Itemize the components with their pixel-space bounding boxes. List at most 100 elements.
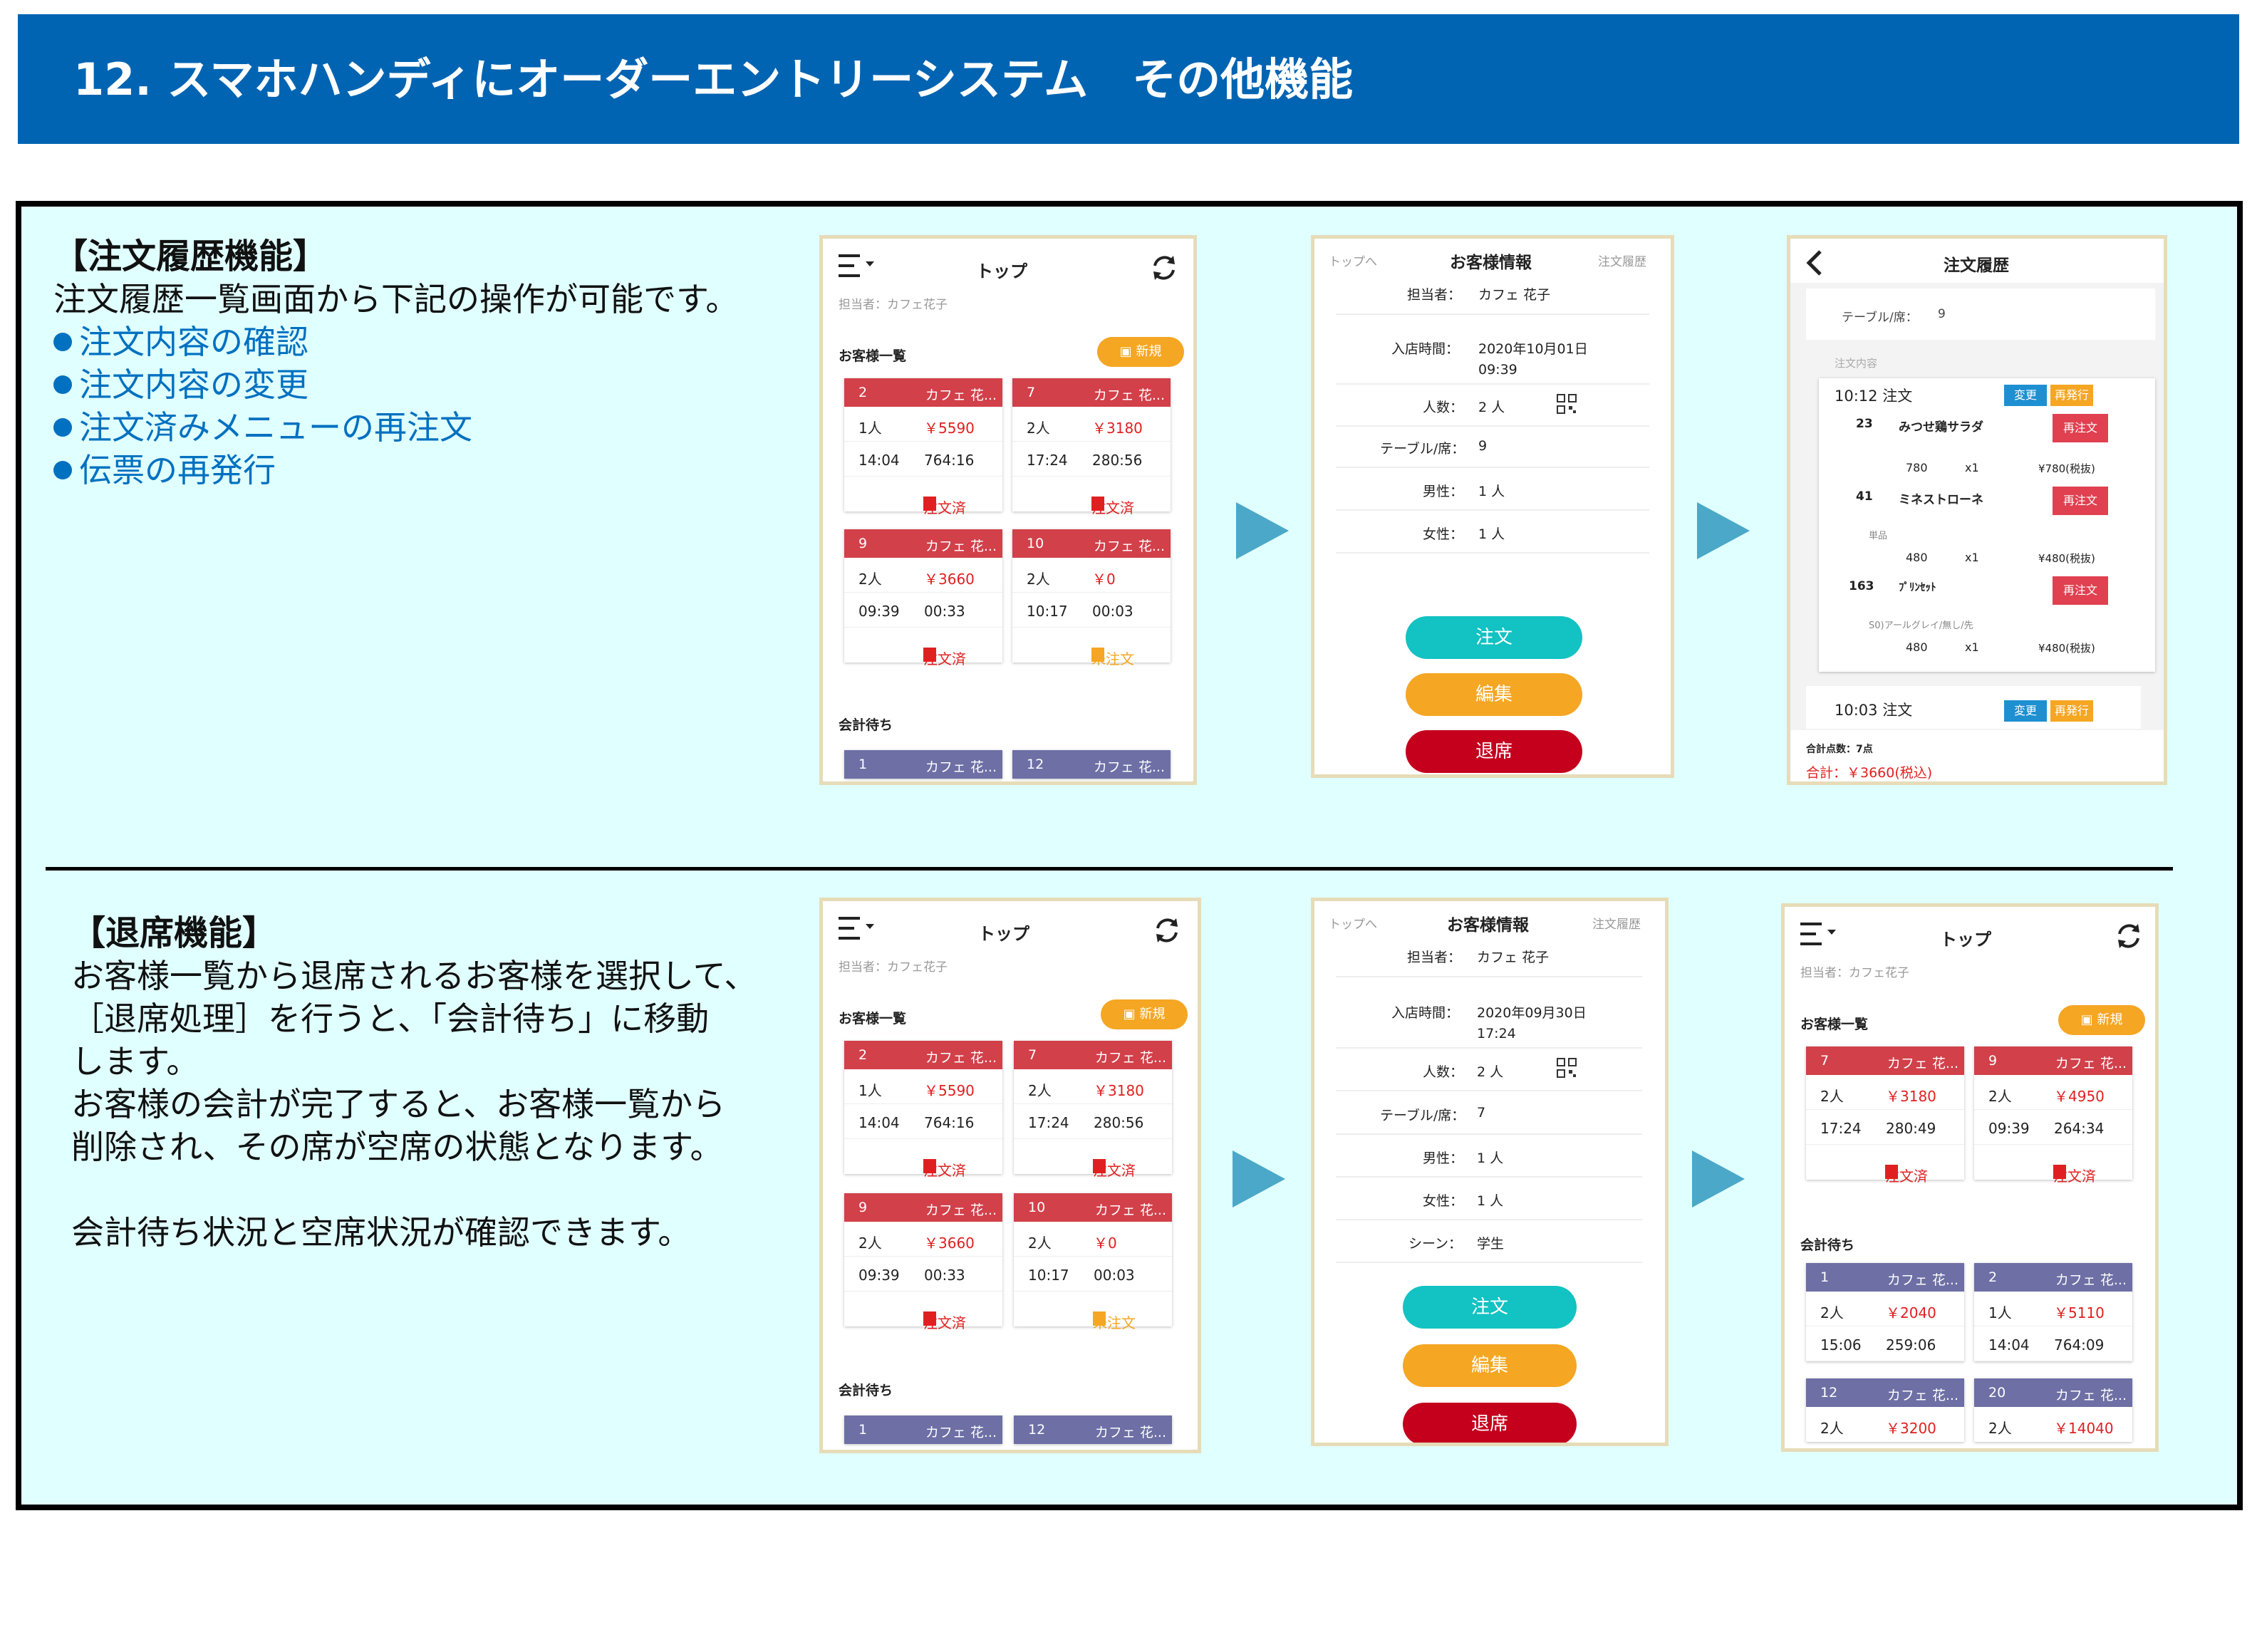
reissue-button[interactable]: 再発行 <box>2050 385 2093 406</box>
order-time: 10:03 注文 <box>1835 702 1913 719</box>
customers-label: お客様一覧 <box>839 1011 907 1027</box>
back-arrow-icon[interactable] <box>1805 249 1826 277</box>
section2-line: お客様の会計が完了すると、お客様一覧から <box>71 1085 726 1123</box>
section1-text: 【注文履歴機能】 注文履歴一覧画面から下記の操作が可能です。 注文内容の確認 注… <box>53 235 738 492</box>
bullet-item: 注文内容の確認 <box>53 321 738 363</box>
bullet-icon <box>53 460 72 479</box>
bullet-icon <box>53 375 72 394</box>
screen-top-list: トップ 担当者：カフェ花子 お客様一覧 ▣ 新規 2 カフェ 花... 1人 ￥55… <box>819 898 1201 1453</box>
section2-line: お客様一覧から退席されるお客様を選択して、 <box>71 957 757 995</box>
staff-label: 担当者：カフェ花子 <box>839 960 948 975</box>
content-panel: 【注文履歴機能】 注文履歴一覧画面から下記の操作が可能です。 注文内容の確認 注… <box>16 201 2243 1510</box>
bullet-item: 注文内容の変更 <box>53 363 738 406</box>
order-time: 10:12 注文 <box>1835 388 1913 405</box>
customer-card[interactable]: 2 カフェ 花... 1人 ￥5590 14:04 764:16 注文済 <box>844 1041 1002 1179</box>
flow-arrow-icon <box>1233 1150 1285 1207</box>
screen-title: お客様情報 <box>1450 254 1532 272</box>
screen-top-list-updated: トップ 担当者：カフェ花子 お客様一覧 ▣ 新規 7 カフェ 花... 2人 ￥31… <box>1781 903 2159 1452</box>
waiting-card[interactable]: 1 カフェ 花... 2人 ￥2040 15:06 259:06 <box>1806 1263 1964 1361</box>
waiting-label: 会計待ち <box>839 1383 893 1398</box>
screen-customer-info: トップへ お客様情報 注文履歴 担当者： カフェ 花子 入店時間： 2020年0… <box>1311 898 1669 1446</box>
screen-top-list: トップ 担当者：カフェ花子 お客様一覧 ▣ 新規 2 カフェ 花... 1人 ￥55… <box>819 235 1197 785</box>
bullet-icon <box>53 417 72 437</box>
reorder-button[interactable]: 再注文 <box>2053 487 2108 515</box>
flow-arrow-icon <box>1692 1150 1745 1207</box>
waiting-card[interactable]: 12 カフェ 花... <box>1014 1415 1172 1444</box>
item-count: 合計点数：7点 <box>1806 744 1873 755</box>
order-button[interactable]: 注文 <box>1403 1286 1577 1329</box>
change-button[interactable]: 変更 <box>2004 385 2047 406</box>
refresh-icon[interactable] <box>1149 253 1179 283</box>
bullet-icon <box>53 332 72 351</box>
bullet-item: 注文済みメニューの再注文 <box>53 406 738 449</box>
flow-arrow-icon <box>1697 502 1750 559</box>
menu-icon[interactable] <box>1800 920 1844 948</box>
waiting-card[interactable]: 2 カフェ 花... 1人 ￥5110 14:04 764:09 <box>1974 1263 2132 1361</box>
history-link[interactable]: 注文履歴 <box>1592 914 1641 932</box>
section2-line <box>71 1168 757 1211</box>
customer-card[interactable]: 9 カフェ 花... 2人 ￥3660 09:39 00:33 注文済 <box>844 1193 1002 1331</box>
reorder-button[interactable]: 再注文 <box>2053 576 2108 605</box>
flow-arrow-icon <box>1236 502 1289 559</box>
refresh-icon[interactable] <box>1152 915 1182 945</box>
menu-icon[interactable] <box>839 914 883 942</box>
history-link[interactable]: 注文履歴 <box>1598 251 1646 269</box>
screen-title: 注文履歴 <box>1944 256 2009 275</box>
edit-button[interactable]: 編集 <box>1406 673 1582 716</box>
customer-card[interactable]: 2 カフェ 花... 1人 ￥5590 14:04 764:16 注文済 <box>844 378 1002 516</box>
edit-button[interactable]: 編集 <box>1403 1344 1577 1387</box>
menu-icon[interactable] <box>839 251 883 280</box>
back-link[interactable]: トップへ <box>1329 914 1377 932</box>
leave-button[interactable]: 退席 <box>1403 1403 1577 1443</box>
waiting-card[interactable]: 12 カフェ 花... <box>1012 750 1171 779</box>
screen-title: トップ <box>1940 930 1991 950</box>
customer-card[interactable]: 7 カフェ 花... 2人 ￥3180 17:24 280:56 注文済 <box>1012 378 1171 516</box>
order-total: 合計：￥3660(税込) <box>1806 765 1933 781</box>
screen-title: お客様情報 <box>1447 916 1529 935</box>
section1-heading: 【注文履歴機能】 <box>53 237 328 276</box>
customer-card[interactable]: 9 カフェ 花... 2人 ￥4950 09:39 264:34 注文済 <box>1974 1046 2132 1185</box>
refresh-icon[interactable] <box>2114 921 2144 951</box>
section1-intro: 注文履歴一覧画面から下記の操作が可能です。 <box>53 280 739 318</box>
change-button[interactable]: 変更 <box>2004 700 2047 722</box>
section2-line: します。 <box>71 1042 199 1081</box>
staff-label: 担当者：カフェ花子 <box>1800 966 1909 980</box>
customer-card[interactable]: 9 カフェ 花... 2人 ￥3660 09:39 00:33 注文済 <box>844 529 1002 667</box>
waiting-card[interactable]: 1 カフェ 花... <box>844 1415 1002 1444</box>
customer-card[interactable]: 7 カフェ 花... 2人 ￥3180 17:24 280:56 注文済 <box>1014 1041 1172 1179</box>
new-customer-button[interactable]: ▣ 新規 <box>2058 1005 2145 1035</box>
waiting-label: 会計待ち <box>839 717 893 733</box>
customer-card[interactable]: 10 カフェ 花... 2人 ￥0 10:17 00:03 未注文 <box>1014 1193 1172 1331</box>
page-title: 12. スマホハンディにオーダーエントリーシステム その他機能 <box>73 53 1354 105</box>
customers-label: お客様一覧 <box>839 348 907 364</box>
leave-button[interactable]: 退席 <box>1406 730 1582 773</box>
customer-card[interactable]: 7 カフェ 花... 2人 ￥3180 17:24 280:49 注文済 <box>1806 1046 1964 1185</box>
screen-order-history: 注文履歴 テーブル/席： 9 注文内容 10:12 注文 変更 再発行 23 み… <box>1787 235 2167 785</box>
customer-card[interactable]: 10 カフェ 花... 2人 ￥0 10:17 00:03 未注文 <box>1012 529 1171 667</box>
customers-label: お客様一覧 <box>1800 1017 1869 1032</box>
section2-text: 【退席機能】 お客様一覧から退席されるお客様を選択して、 ［退席処理］を行うと、… <box>71 912 757 1254</box>
waiting-label: 会計待ち <box>1800 1237 1855 1253</box>
order-button[interactable]: 注文 <box>1406 616 1582 659</box>
back-link[interactable]: トップへ <box>1329 251 1377 269</box>
section-divider <box>46 867 2173 871</box>
waiting-card[interactable]: 1 カフェ 花... <box>844 750 1002 779</box>
screen-title: トップ <box>978 924 1029 944</box>
new-customer-button[interactable]: ▣ 新規 <box>1097 337 1184 367</box>
new-customer-button[interactable]: ▣ 新規 <box>1101 999 1188 1029</box>
reissue-button[interactable]: 再発行 <box>2050 700 2093 722</box>
section2-line: 削除され、その席が空席の状態となります。 <box>71 1128 723 1166</box>
section2-heading: 【退席機能】 <box>71 913 277 953</box>
waiting-card[interactable]: 12 カフェ 花... 2人 ￥3200 <box>1806 1378 1964 1442</box>
qr-code-icon[interactable] <box>1557 394 1577 414</box>
section2-line: 会計待ち状況と空席状況が確認できます。 <box>71 1213 691 1252</box>
header-bar: 12. スマホハンディにオーダーエントリーシステム その他機能 <box>18 14 2239 144</box>
qr-code-icon[interactable] <box>1557 1058 1577 1078</box>
reorder-button[interactable]: 再注文 <box>2053 414 2108 442</box>
waiting-card[interactable]: 20 カフェ 花... 2人 ￥14040 <box>1974 1378 2132 1442</box>
staff-label: 担当者：カフェ花子 <box>839 298 948 312</box>
screen-title: トップ <box>976 261 1027 281</box>
section2-line: ［退席処理］を行うと、「会計待ち」に移動 <box>71 999 710 1038</box>
screen-customer-info: トップへ お客様情報 注文履歴 担当者： カフェ 花子 入店時間： 2020年1… <box>1311 235 1674 778</box>
bullet-item: 伝票の再発行 <box>53 449 738 492</box>
